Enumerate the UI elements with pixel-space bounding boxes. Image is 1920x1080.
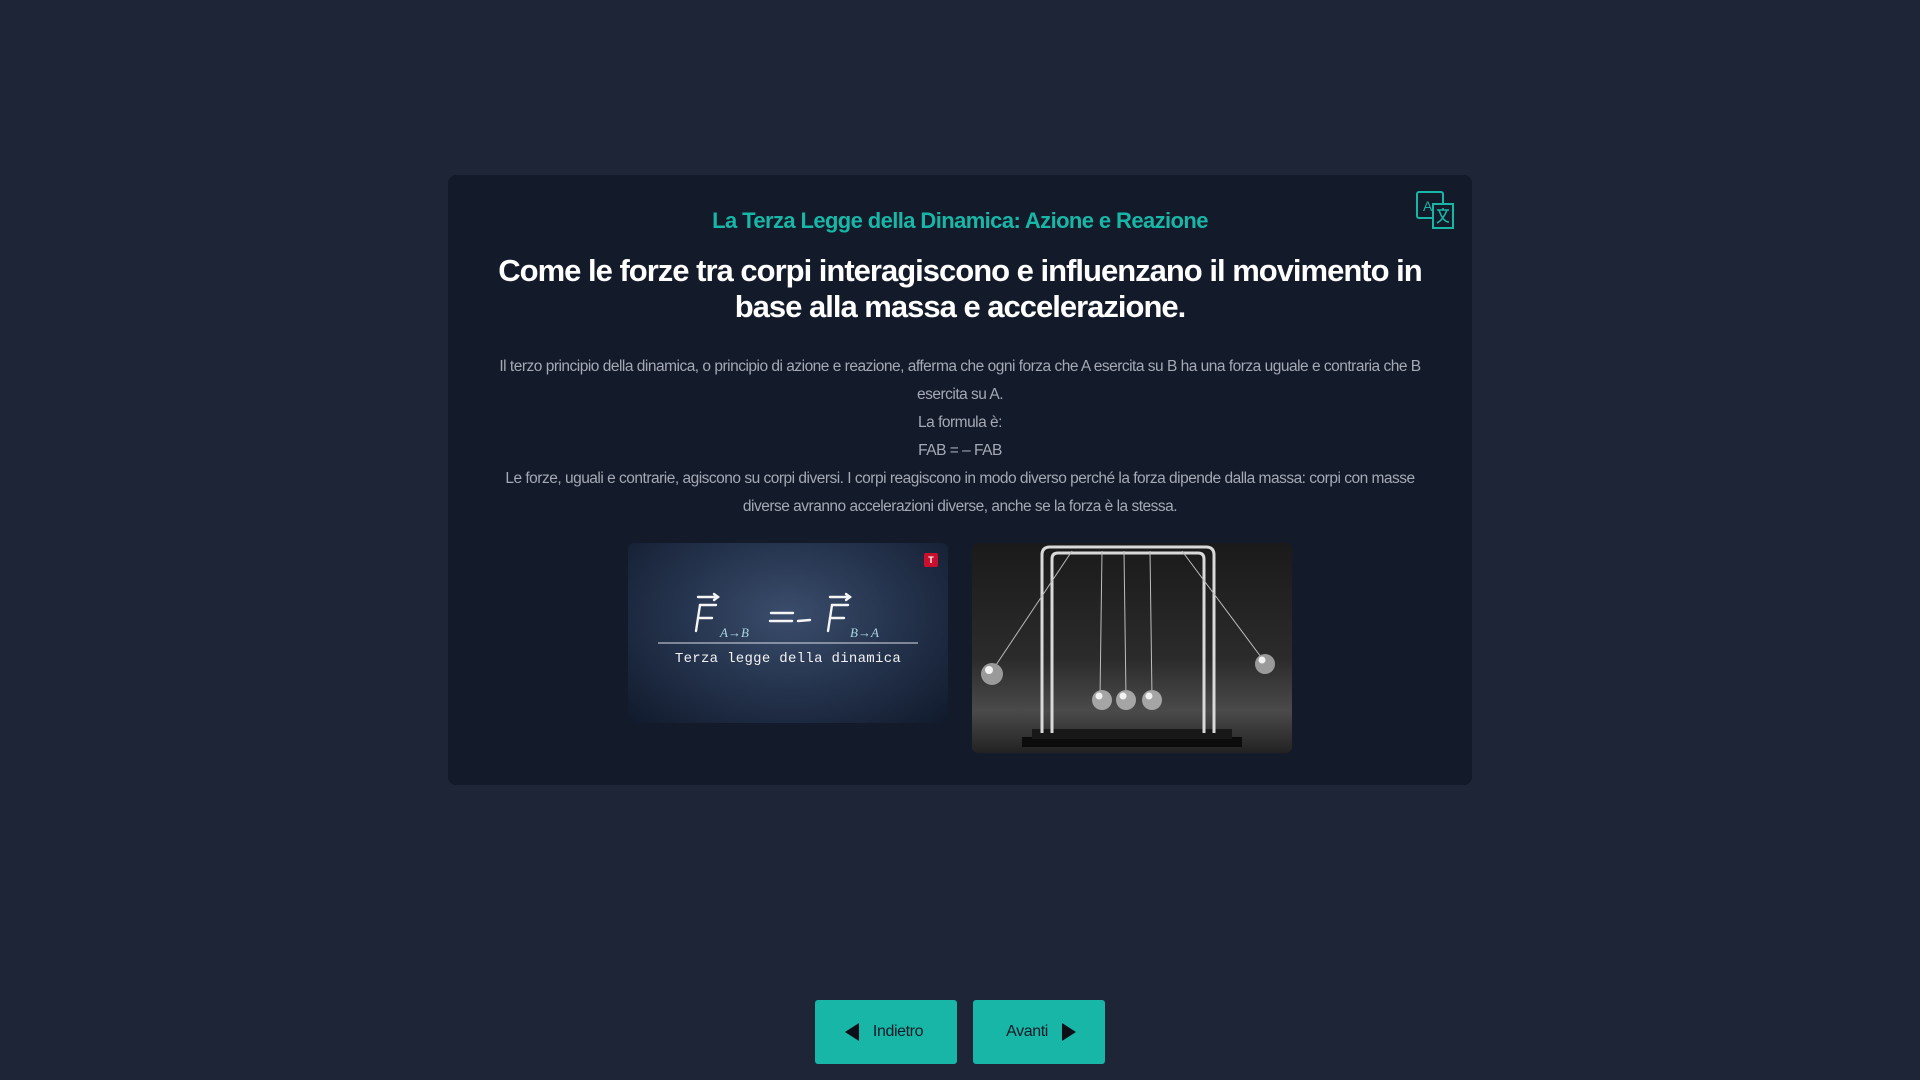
paragraph-formula-label: La formula è: <box>918 414 1002 431</box>
paragraph-formula: FAB = – FAB <box>918 442 1002 459</box>
newton-cradle-drawing <box>981 545 1275 747</box>
slide-title: Come le forze tra corpi interagiscono e … <box>498 253 1422 324</box>
paragraph-definition: Il terzo principio della dinamica, o pri… <box>499 358 1421 403</box>
navigation-bar: Indietro Avanti <box>0 1000 1920 1064</box>
slide-body: Il terzo principio della dinamica, o pri… <box>484 353 1436 521</box>
next-button[interactable]: Avanti <box>973 1000 1105 1064</box>
arrow-left-icon <box>844 1023 859 1041</box>
back-button-label: Indietro <box>872 1023 924 1040</box>
next-button-label: Avanti <box>1006 1023 1048 1040</box>
formula-caption: Terza legge della dinamica <box>674 651 902 667</box>
newton-cradle-image <box>972 543 1292 753</box>
formula-drawing: A→B B→A <box>658 592 918 644</box>
svg-text:A→B: A→B <box>719 625 749 640</box>
formula-image: T A→B B→A Terza legge della dinamica <box>628 543 948 723</box>
image-row: T A→B B→A Terza legge della dinamica <box>448 543 1472 753</box>
paragraph-explanation: Le forze, uguali e contrarie, agiscono s… <box>505 470 1415 515</box>
slide-kicker: La Terza Legge della Dinamica: Azione e … <box>712 208 1208 233</box>
svg-text:B→A: B→A <box>850 625 879 640</box>
back-button[interactable]: Indietro <box>815 1000 957 1064</box>
slide-card: A La Terza Legge della Dinamica: Azione … <box>448 175 1472 785</box>
arrow-right-icon <box>1061 1023 1076 1041</box>
